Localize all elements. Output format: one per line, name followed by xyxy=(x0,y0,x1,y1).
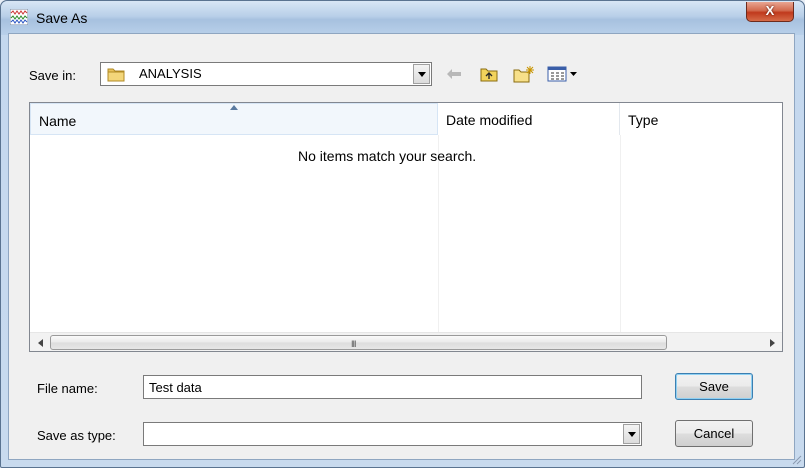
new-folder-button[interactable] xyxy=(512,64,536,84)
column-label-date-modified: Date modified xyxy=(446,112,533,128)
view-menu-icon xyxy=(547,66,577,82)
chevron-left-icon xyxy=(37,338,43,347)
column-label-type: Type xyxy=(628,112,659,128)
title-bar[interactable]: Save As X xyxy=(1,1,804,35)
chevron-right-icon xyxy=(769,338,775,347)
close-icon: X xyxy=(765,3,775,18)
save-as-type-label: Save as type: xyxy=(37,428,116,443)
file-name-label: File name: xyxy=(37,381,98,396)
file-list[interactable]: Name Date modified Type No items match y… xyxy=(29,102,783,352)
column-header-date-modified[interactable]: Date modified xyxy=(438,103,620,135)
chevron-down-icon xyxy=(627,431,636,437)
horizontal-scrollbar[interactable]: III xyxy=(30,332,782,351)
file-name-input[interactable] xyxy=(143,375,642,399)
back-arrow-icon xyxy=(447,69,461,79)
folder-icon xyxy=(107,68,125,82)
back-button[interactable] xyxy=(445,64,463,84)
save-as-type-dropdown[interactable] xyxy=(143,422,642,446)
chevron-down-icon xyxy=(417,71,426,77)
column-label-name: Name xyxy=(39,113,77,129)
empty-list-message: No items match your search. xyxy=(298,148,477,164)
column-header-type[interactable]: Type xyxy=(620,103,782,135)
column-divider xyxy=(438,135,439,335)
up-one-level-button[interactable] xyxy=(478,64,500,84)
resize-grip-icon[interactable] xyxy=(790,453,802,465)
scroll-left-button[interactable] xyxy=(33,336,47,349)
sort-ascending-icon xyxy=(230,105,238,110)
save-in-label: Save in: xyxy=(29,68,76,83)
cancel-button[interactable]: Cancel xyxy=(675,420,753,447)
dialog-title: Save As xyxy=(36,10,88,26)
save-as-type-dropdown-button[interactable] xyxy=(623,424,640,444)
scrollbar-thumb[interactable]: III xyxy=(50,335,667,350)
save-button[interactable]: Save xyxy=(675,373,753,400)
save-in-dropdown-button[interactable] xyxy=(413,64,430,84)
column-divider xyxy=(620,135,621,335)
scroll-right-button[interactable] xyxy=(765,336,779,349)
save-in-dropdown[interactable]: ANALYSIS xyxy=(100,62,432,86)
column-header-name[interactable]: Name xyxy=(30,103,438,135)
save-in-value: ANALYSIS xyxy=(139,66,202,81)
view-menu-button[interactable] xyxy=(545,64,581,84)
app-waveform-icon xyxy=(10,9,28,25)
close-button[interactable]: X xyxy=(746,2,794,22)
new-folder-icon xyxy=(513,66,534,83)
scrollbar-grip: III xyxy=(351,339,356,349)
up-folder-icon xyxy=(480,68,498,82)
